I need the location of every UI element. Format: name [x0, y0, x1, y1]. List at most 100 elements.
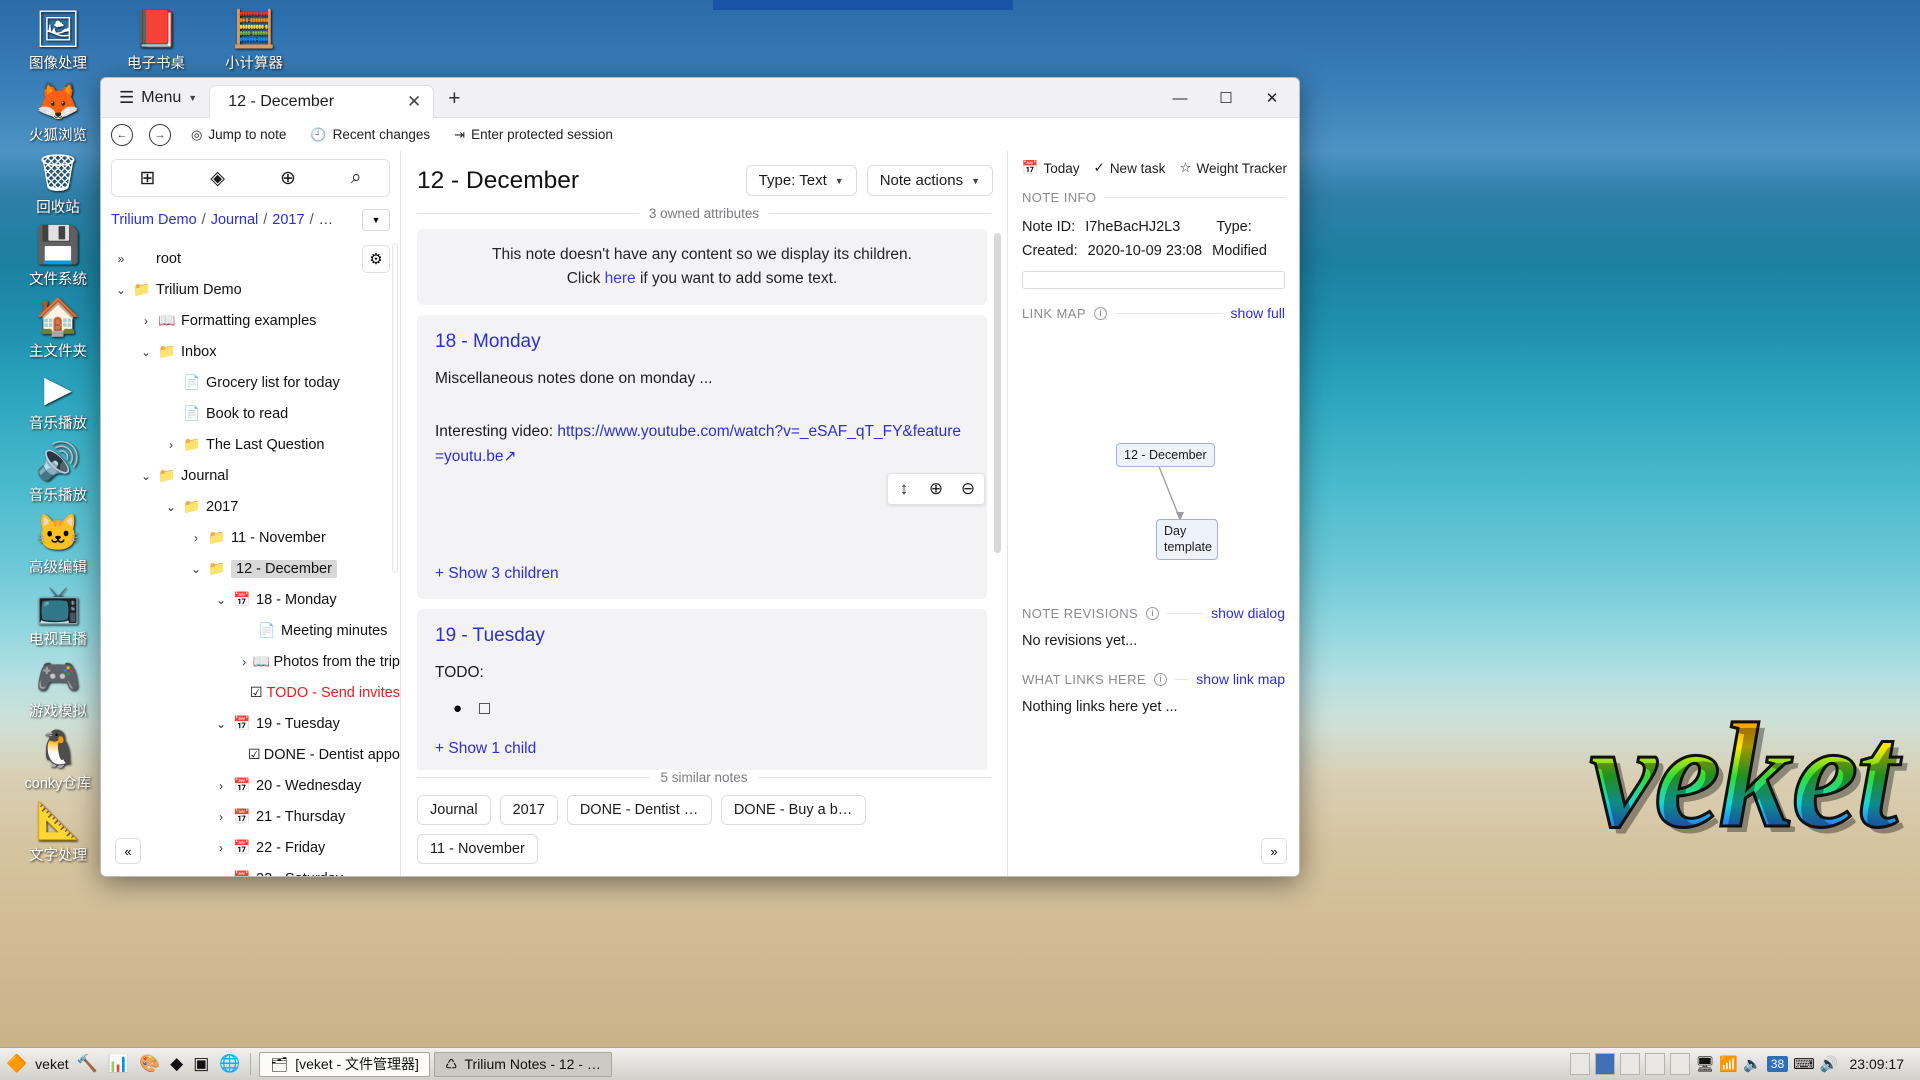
- desktop-icon-5[interactable]: ▶音乐播放: [10, 368, 106, 433]
- new-note-icon[interactable]: ⊞: [129, 165, 165, 192]
- collapse-sidebar-button[interactable]: «: [115, 838, 141, 864]
- desktop-icon-0[interactable]: 🖼图像处理: [10, 8, 106, 73]
- info-icon[interactable]: i: [1154, 673, 1167, 686]
- tree-item-root[interactable]: »root: [101, 243, 400, 274]
- tree-item-22-friday[interactable]: ›📅22 - Friday: [101, 832, 400, 863]
- weight-tracker-button[interactable]: ☆ Weight Tracker: [1179, 160, 1287, 176]
- tree-item-meeting-minutes[interactable]: 📄Meeting minutes: [101, 615, 400, 646]
- show-children-link[interactable]: + Show 1 child: [435, 740, 969, 758]
- forward-button[interactable]: →: [149, 124, 171, 146]
- tree-item-book-to-read[interactable]: 📄Book to read: [101, 398, 400, 429]
- menu-button[interactable]: ☰ Menu ▼: [109, 81, 209, 117]
- tree-twisty-icon[interactable]: ›: [211, 841, 231, 855]
- similar-note-chip-2[interactable]: DONE - Dentist a…: [567, 795, 712, 825]
- tree-twisty-icon[interactable]: ⌄: [211, 717, 231, 731]
- tree-item-grocery-list-for-today[interactable]: 📄Grocery list for today: [101, 367, 400, 398]
- tree-twisty-icon[interactable]: ›: [211, 872, 231, 877]
- taskbar-launcher-label[interactable]: veket: [35, 1056, 68, 1072]
- resize-vertical-icon[interactable]: ↕: [888, 474, 920, 504]
- breadcrumb-dropdown[interactable]: ▼: [362, 209, 390, 231]
- desktop-icon-15[interactable]: 🧮小计算器: [206, 8, 302, 73]
- tree-item-photos-from-the-trip[interactable]: ›📖Photos from the trip: [101, 646, 400, 677]
- tree-item-2017[interactable]: ⌄📁2017: [101, 491, 400, 522]
- tree-twisty-icon[interactable]: ⌄: [186, 562, 206, 576]
- desktop-icon-2[interactable]: 🗑回收站: [10, 152, 106, 217]
- desktop-icon-1[interactable]: 🦊火狐浏览: [10, 80, 106, 145]
- tree-item-20-wednesday[interactable]: ›📅20 - Wednesday: [101, 770, 400, 801]
- desktop-icon-10[interactable]: 🐧conky仓库: [10, 728, 106, 793]
- link-map-canvas[interactable]: 12 - December Day template: [1008, 329, 1299, 599]
- tree-item-11-november[interactable]: ›📁11 - November: [101, 522, 400, 553]
- show-dialog-button[interactable]: show dialog: [1211, 605, 1285, 621]
- today-button[interactable]: 📅 Today: [1022, 160, 1080, 176]
- desktop-icon-7[interactable]: 🐱高级编辑: [10, 512, 106, 577]
- tree-twisty-icon[interactable]: ⌄: [136, 469, 156, 483]
- taskbar-window-1[interactable]: ♺Trilium Notes - 12 - …: [434, 1052, 612, 1077]
- tree-twisty-icon[interactable]: ›: [211, 810, 231, 824]
- tray-slot[interactable]: [1595, 1053, 1615, 1075]
- tree-twisty-icon[interactable]: ⌄: [211, 593, 231, 607]
- info-icon[interactable]: i: [1094, 307, 1107, 320]
- desktop-icon-6[interactable]: 🔊音乐播放: [10, 440, 106, 505]
- desktop-icon-12[interactable]: 📕电子书桌: [108, 8, 204, 73]
- tree-scrollbar[interactable]: [392, 243, 398, 573]
- add-text-link[interactable]: here: [605, 270, 636, 287]
- link-map-node-current[interactable]: 12 - December: [1116, 443, 1215, 467]
- tree-item-23-saturday[interactable]: ›📅23 - Saturday: [101, 863, 400, 876]
- recent-changes-button[interactable]: 🕘 Recent changes: [306, 124, 434, 146]
- tree-item-19-tuesday[interactable]: ⌄📅19 - Tuesday: [101, 708, 400, 739]
- zoom-in-icon[interactable]: ⊕: [920, 474, 952, 504]
- note-actions-button[interactable]: Note actions ▼: [867, 165, 993, 196]
- similar-note-chip-1[interactable]: 2017: [500, 795, 558, 825]
- tree-twisty-icon[interactable]: ›: [236, 655, 252, 669]
- maximize-button[interactable]: ☐: [1203, 82, 1249, 114]
- link-map-node-day-template[interactable]: Day template: [1156, 519, 1218, 560]
- new-tab-button[interactable]: +: [434, 87, 474, 117]
- tree-twisty-icon[interactable]: ›: [211, 779, 231, 793]
- desktop-icon-8[interactable]: 📺电视直播: [10, 584, 106, 649]
- tab-12-december[interactable]: 12 - December ✕: [209, 85, 434, 118]
- tree-twisty-icon[interactable]: ›: [161, 438, 181, 452]
- gear-icon[interactable]: ⚙: [362, 245, 390, 273]
- note-info-input[interactable]: [1022, 271, 1285, 289]
- tree-item-18-monday[interactable]: ⌄📅18 - Monday: [101, 584, 400, 615]
- taskbar-launcher-icon-1[interactable]: 📊: [106, 1054, 131, 1074]
- tree-twisty-icon[interactable]: ›: [186, 531, 206, 545]
- taskbar-launcher-icon-4[interactable]: ▣: [191, 1054, 211, 1074]
- tree-item-trilium-demo[interactable]: ⌄📁Trilium Demo: [101, 274, 400, 305]
- enter-protected-session-button[interactable]: ⇥ Enter protected session: [450, 124, 617, 146]
- similar-note-chip-0[interactable]: Journal: [417, 795, 491, 825]
- show-full-link-map-button[interactable]: show full: [1231, 305, 1285, 321]
- checkbox[interactable]: [479, 703, 490, 714]
- child-note-title[interactable]: 19 - Tuesday: [435, 625, 969, 647]
- tree-item-formatting-examples[interactable]: ›📖Formatting examples: [101, 305, 400, 336]
- tray-network-icon[interactable]: 📶: [1719, 1055, 1738, 1073]
- veket-menu-icon[interactable]: 🔶: [4, 1054, 29, 1074]
- desktop-icon-3[interactable]: 💾文件系统: [10, 224, 106, 289]
- jump-target-icon[interactable]: ⊕: [270, 165, 306, 192]
- window-close-button[interactable]: ✕: [1249, 82, 1295, 114]
- note-map-icon[interactable]: ◈: [200, 165, 235, 192]
- tree-twisty-icon[interactable]: ›: [136, 314, 156, 328]
- tray-slot[interactable]: [1570, 1053, 1590, 1075]
- tree-item-journal[interactable]: ⌄📁Journal: [101, 460, 400, 491]
- note-tree[interactable]: ⚙ »root⌄📁Trilium Demo›📖Formatting exampl…: [101, 239, 400, 876]
- tray-slot[interactable]: [1620, 1053, 1640, 1075]
- tree-twisty-icon[interactable]: ⌄: [136, 345, 156, 359]
- tree-twisty-icon[interactable]: ⌄: [161, 500, 181, 514]
- desktop-icon-4[interactable]: 🏠主文件夹: [10, 296, 106, 361]
- taskbar-launcher-icon-0[interactable]: 🔨: [75, 1054, 100, 1074]
- zoom-out-icon[interactable]: ⊖: [952, 474, 984, 504]
- breadcrumb-item-2[interactable]: 2017: [272, 212, 304, 228]
- tray-volume-icon[interactable]: 🔈: [1743, 1055, 1762, 1073]
- tree-item-done-dentist-appo[interactable]: ☑DONE - Dentist appo: [101, 739, 400, 770]
- tray-display-icon[interactable]: 🖥: [1695, 1055, 1714, 1073]
- breadcrumb-item-3[interactable]: …: [319, 212, 334, 228]
- tray-slot[interactable]: [1645, 1053, 1665, 1075]
- similar-note-chip-4[interactable]: 11 - November: [417, 834, 538, 864]
- tree-item-inbox[interactable]: ⌄📁Inbox: [101, 336, 400, 367]
- desktop-icon-9[interactable]: 🎮游戏模拟: [10, 656, 106, 721]
- child-note-title[interactable]: 18 - Monday: [435, 331, 969, 353]
- taskbar-launcher-icon-5[interactable]: 🌐: [217, 1054, 242, 1074]
- tray-speaker-icon[interactable]: 🔊: [1820, 1055, 1839, 1073]
